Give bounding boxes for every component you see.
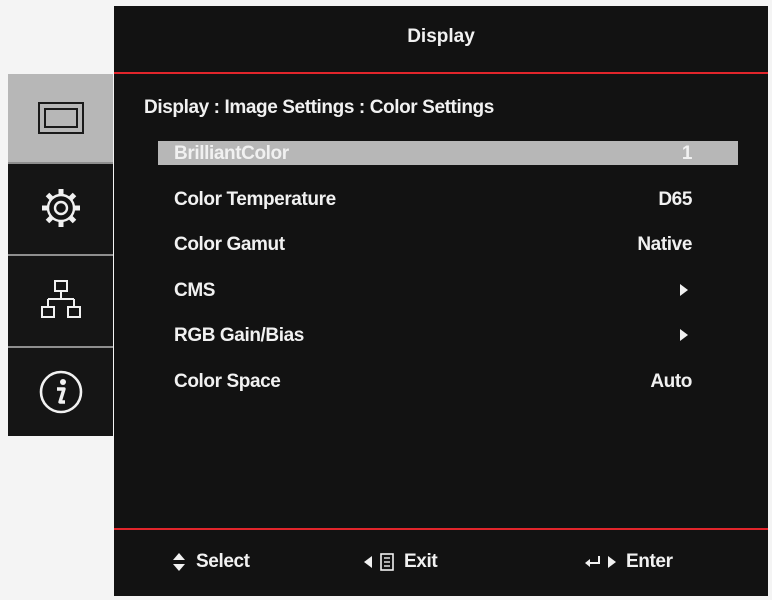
right-arrow-icon	[680, 283, 688, 296]
sidebar	[8, 74, 113, 436]
breadcrumb: Display : Image Settings : Color Setting…	[144, 97, 494, 118]
footer-enter-hint: Enter	[584, 551, 673, 573]
sidebar-item-network[interactable]	[8, 256, 113, 344]
menu-item-label: BrilliantColor	[174, 143, 289, 164]
menu-icon	[380, 553, 394, 571]
menu-item-label: CMS	[174, 279, 216, 301]
header-divider	[114, 72, 768, 74]
display-icon	[37, 102, 84, 134]
footer-exit-hint: Exit	[364, 551, 438, 573]
menu-item-label: RGB Gain/Bias	[174, 325, 304, 347]
sidebar-item-display[interactable]	[8, 74, 113, 162]
sidebar-item-info[interactable]	[8, 348, 113, 436]
menu-item-value: 1	[681, 143, 693, 164]
sidebar-item-setup[interactable]	[8, 164, 113, 252]
menu-item-rgb-gain-bias[interactable]: RGB Gain/Bias	[158, 323, 738, 347]
menu-item-brilliantcolor[interactable]: BrilliantColor 1	[158, 141, 738, 165]
footer-enter-label: Enter	[626, 551, 673, 572]
menu-item-label: Color Gamut	[174, 234, 285, 256]
menu-item-color-space[interactable]: Color Space Auto	[158, 369, 738, 393]
menu-title: Display	[407, 26, 475, 47]
up-down-arrows-icon	[173, 553, 185, 571]
footer-exit-label: Exit	[404, 551, 438, 572]
menu-item-color-temperature[interactable]: Color Temperature D65	[158, 187, 738, 211]
footer-divider	[114, 528, 768, 530]
info-icon	[39, 370, 82, 414]
left-arrow-icon	[364, 556, 372, 568]
menu-item-value: D65	[658, 188, 692, 210]
menu-item-value: Native	[637, 234, 692, 256]
settings-list: BrilliantColor 1 Color Temperature D65 C…	[158, 141, 738, 415]
right-arrow-icon	[608, 556, 616, 568]
menu-item-value: Auto	[650, 370, 692, 392]
right-arrow-icon	[680, 329, 688, 342]
osd-menu: Display Display : Image Settings : Color…	[114, 6, 768, 596]
footer-select-hint: Select	[172, 551, 250, 573]
network-icon	[40, 280, 81, 318]
menu-item-label: Color Space	[174, 370, 281, 392]
menu-item-color-gamut[interactable]: Color Gamut Native	[158, 232, 738, 256]
menu-item-label: Color Temperature	[174, 188, 336, 210]
footer-select-label: Select	[196, 551, 250, 572]
gear-icon	[41, 189, 80, 227]
enter-icon	[585, 556, 600, 567]
menu-item-cms[interactable]: CMS	[158, 278, 738, 302]
